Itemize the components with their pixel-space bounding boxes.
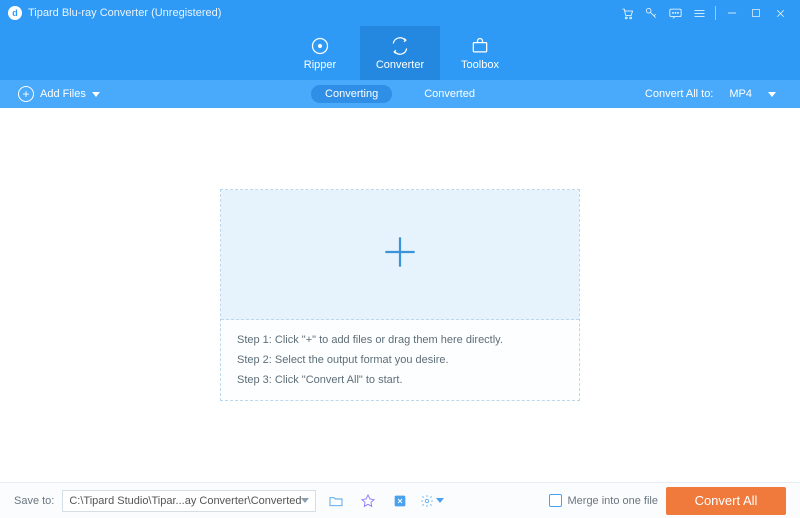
compress-button[interactable] xyxy=(388,490,412,512)
output-format-select[interactable]: MP4 xyxy=(723,86,782,102)
instruction-step-1: Step 1: Click "+" to add files or drag t… xyxy=(237,334,563,346)
dropzone-add-area[interactable] xyxy=(221,190,579,320)
instruction-step-3: Step 3: Click "Convert All" to start. xyxy=(237,374,563,386)
minimize-button[interactable] xyxy=(720,1,744,25)
merge-label: Merge into one file xyxy=(568,495,659,507)
nav-toolbox[interactable]: Toolbox xyxy=(440,26,520,80)
dropzone-instructions: Step 1: Click "+" to add files or drag t… xyxy=(221,320,579,400)
merge-checkbox[interactable]: Merge into one file xyxy=(549,494,659,507)
save-path-select[interactable]: C:\Tipard Studio\Tipar...ay Converter\Co… xyxy=(62,490,316,512)
titlebar: d Tipard Blu-ray Converter (Unregistered… xyxy=(0,0,800,26)
app-logo-icon: d xyxy=(8,6,22,20)
sub-tabs: Converting Converted xyxy=(311,85,489,103)
chevron-down-icon xyxy=(436,498,444,503)
tab-converting-label: Converting xyxy=(325,88,378,100)
settings-button[interactable] xyxy=(420,490,444,512)
big-plus-icon xyxy=(378,230,422,279)
dropzone: Step 1: Click "+" to add files or drag t… xyxy=(220,189,580,401)
cart-icon[interactable] xyxy=(615,1,639,25)
convert-all-to-label: Convert All to: xyxy=(645,88,713,100)
nav-converter-label: Converter xyxy=(376,59,424,71)
feedback-icon[interactable] xyxy=(663,1,687,25)
close-button[interactable] xyxy=(768,1,792,25)
open-folder-button[interactable] xyxy=(324,490,348,512)
app-title: Tipard Blu-ray Converter (Unregistered) xyxy=(28,7,221,19)
chevron-down-icon xyxy=(301,498,309,503)
add-files-button[interactable]: + Add Files xyxy=(18,86,100,102)
save-to-label: Save to: xyxy=(14,495,54,507)
instruction-step-2: Step 2: Select the output format you des… xyxy=(237,354,563,366)
output-format-value: MP4 xyxy=(729,88,752,100)
nav-converter[interactable]: Converter xyxy=(360,26,440,80)
footer-bar: Save to: C:\Tipard Studio\Tipar...ay Con… xyxy=(0,482,800,518)
sub-toolbar: + Add Files Converting Converted Convert… xyxy=(0,80,800,108)
maximize-button[interactable] xyxy=(744,1,768,25)
add-files-label: Add Files xyxy=(40,88,86,100)
nav-ripper[interactable]: Ripper xyxy=(280,26,360,80)
tab-converting[interactable]: Converting xyxy=(311,85,392,103)
key-icon[interactable] xyxy=(639,1,663,25)
chevron-down-icon xyxy=(92,92,100,97)
menu-icon[interactable] xyxy=(687,1,711,25)
edit-button[interactable] xyxy=(356,490,380,512)
chevron-down-icon xyxy=(768,92,776,97)
checkbox-icon xyxy=(549,494,562,507)
nav-ripper-label: Ripper xyxy=(304,59,336,71)
convert-all-button[interactable]: Convert All xyxy=(666,487,786,515)
save-path-value: C:\Tipard Studio\Tipar...ay Converter\Co… xyxy=(69,495,301,507)
main-area: Step 1: Click "+" to add files or drag t… xyxy=(0,108,800,482)
convert-all-to: Convert All to: MP4 xyxy=(645,86,782,102)
tab-converted-label: Converted xyxy=(424,88,475,100)
plus-circle-icon: + xyxy=(18,86,34,102)
tab-converted[interactable]: Converted xyxy=(410,85,489,103)
convert-all-label: Convert All xyxy=(695,493,758,508)
nav-toolbox-label: Toolbox xyxy=(461,59,499,71)
main-nav: Ripper Converter Toolbox xyxy=(0,26,800,80)
